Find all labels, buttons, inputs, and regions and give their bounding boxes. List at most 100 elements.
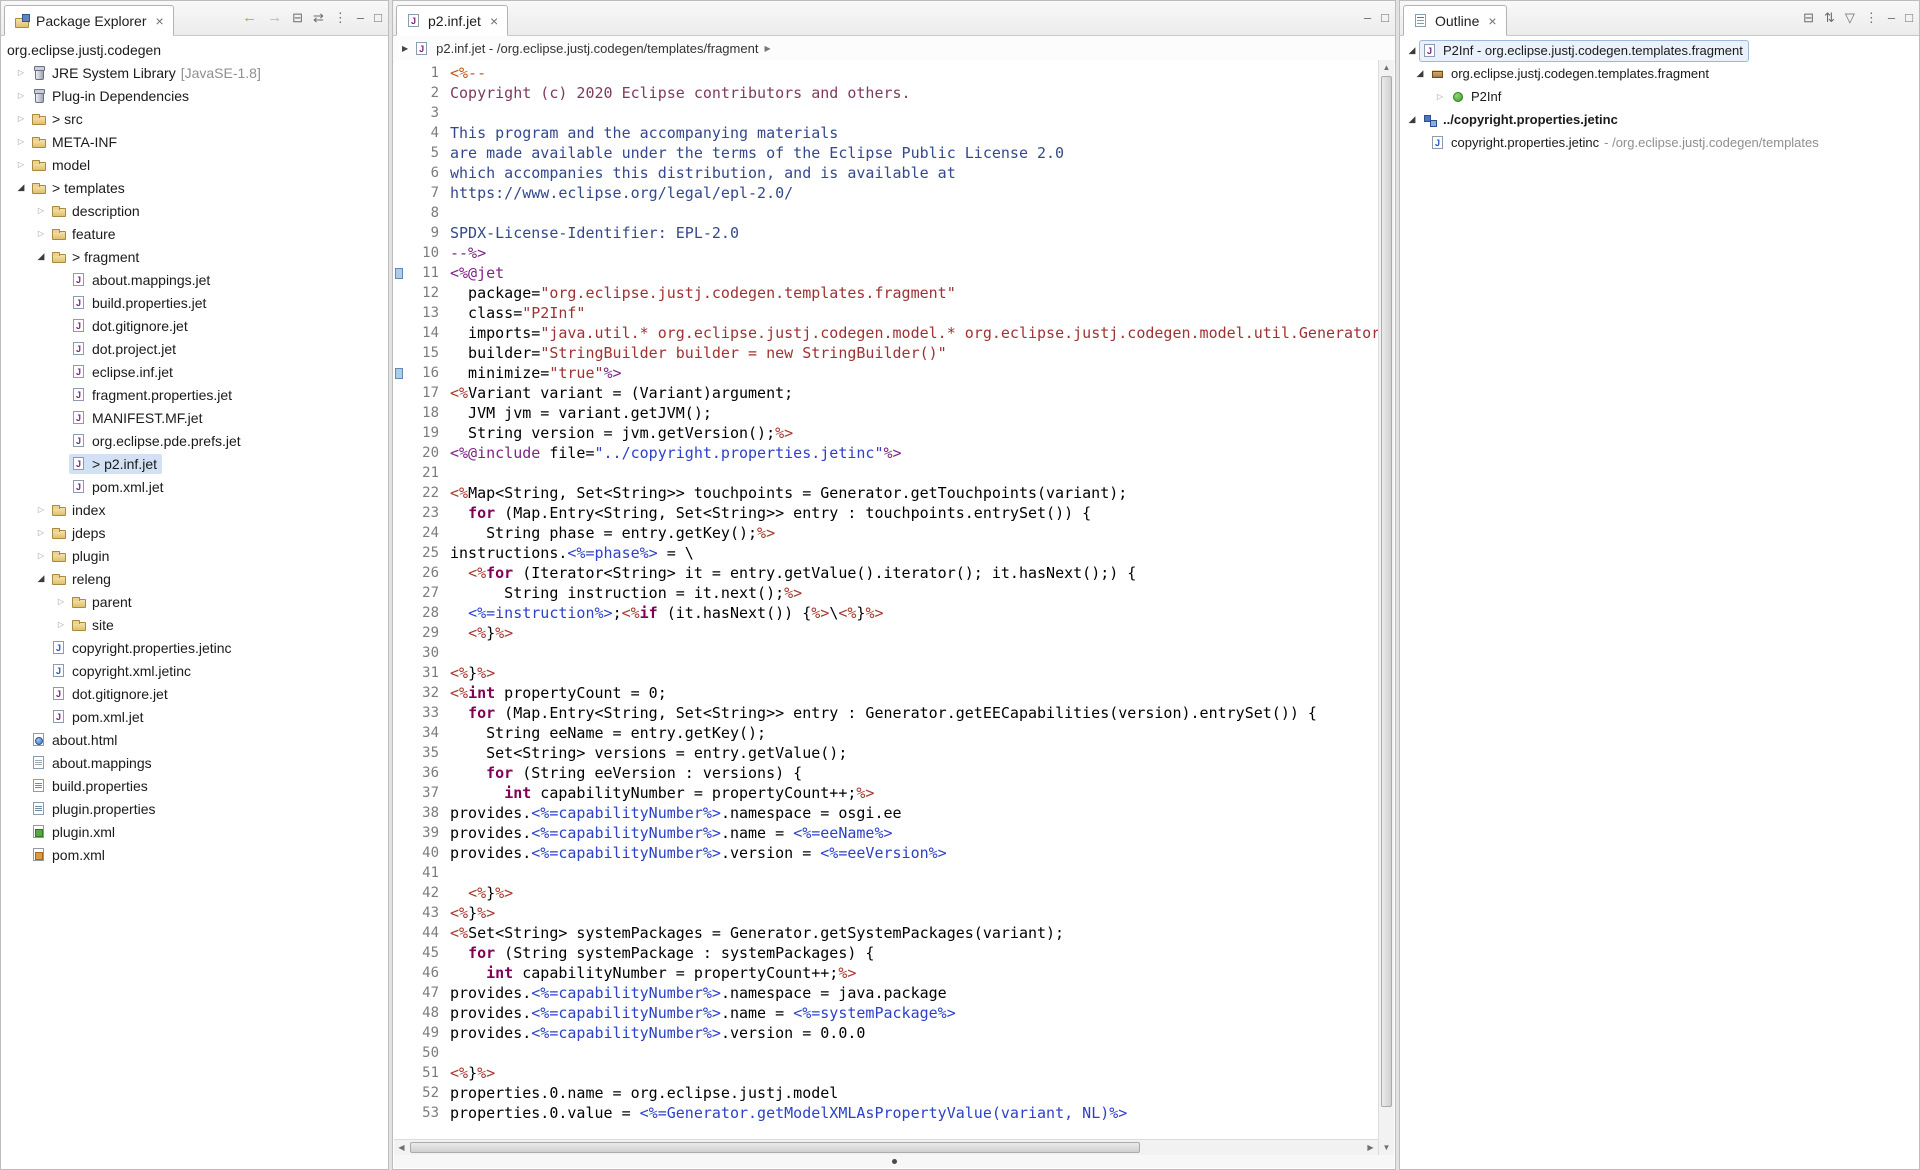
expand-arrow-icon[interactable]: ▷ bbox=[13, 137, 29, 146]
code-line[interactable]: 23 for (Map.Entry<String, Set<String>> e… bbox=[394, 503, 1378, 523]
forward-icon[interactable]: → bbox=[267, 10, 282, 25]
code-line[interactable]: 2Copyright (c) 2020 Eclipse contributors… bbox=[394, 83, 1378, 103]
tree-item-org-eclipse-pde-prefs-jet[interactable]: org.eclipse.pde.prefs.jet bbox=[1, 429, 388, 452]
line-number[interactable]: 21 bbox=[404, 463, 448, 483]
line-number[interactable]: 14 bbox=[404, 323, 448, 343]
line-number[interactable]: 34 bbox=[404, 723, 448, 743]
scroll-down-icon[interactable]: ▼ bbox=[1379, 1140, 1394, 1155]
line-number[interactable]: 11 bbox=[404, 263, 448, 283]
line-number[interactable]: 13 bbox=[404, 303, 448, 323]
maximize-icon[interactable]: □ bbox=[374, 11, 382, 24]
line-number[interactable]: 35 bbox=[404, 743, 448, 763]
line-number[interactable]: 20 bbox=[404, 443, 448, 463]
code-line[interactable]: 3 bbox=[394, 103, 1378, 123]
line-number[interactable]: 51 bbox=[404, 1063, 448, 1083]
chevron-right-icon[interactable]: ▶ bbox=[764, 44, 770, 53]
tree-item-p2-inf-jet[interactable]: > p2.inf.jet bbox=[1, 452, 388, 475]
outline-item-p2inf-org-eclipse-justj-codegen-templates-fragment[interactable]: ◢P2Inf - org.eclipse.justj.codegen.templ… bbox=[1400, 39, 1919, 62]
line-number[interactable]: 27 bbox=[404, 583, 448, 603]
maximize-icon[interactable]: □ bbox=[1905, 11, 1913, 24]
expand-arrow-icon[interactable]: ▷ bbox=[13, 91, 29, 100]
code-line[interactable]: 26 <%for (Iterator<String> it = entry.ge… bbox=[394, 563, 1378, 583]
code-line[interactable]: 22<%Map<String, Set<String>> touchpoints… bbox=[394, 483, 1378, 503]
close-icon[interactable]: × bbox=[1488, 14, 1496, 28]
sort-icon[interactable]: ⇅ bbox=[1824, 11, 1835, 24]
line-number[interactable]: 24 bbox=[404, 523, 448, 543]
line-number[interactable]: 46 bbox=[404, 963, 448, 983]
breadcrumb-text[interactable]: p2.inf.jet - /org.eclipse.justj.codegen/… bbox=[436, 41, 758, 56]
tree-item-site[interactable]: ▷site bbox=[1, 613, 388, 636]
minimize-icon[interactable]: – bbox=[357, 11, 364, 24]
line-number[interactable]: 23 bbox=[404, 503, 448, 523]
tree-item-plug-in-dependencies[interactable]: ▷Plug-in Dependencies bbox=[1, 84, 388, 107]
code-line[interactable]: 20<%@include file="../copyright.properti… bbox=[394, 443, 1378, 463]
expand-arrow-icon[interactable]: ▷ bbox=[33, 206, 49, 215]
code-line[interactable]: 13 class="P2Inf" bbox=[394, 303, 1378, 323]
tree-item-copyright-xml-jetinc[interactable]: copyright.xml.jetinc bbox=[1, 659, 388, 682]
code-line[interactable]: 49provides.<%=capabilityNumber%>.version… bbox=[394, 1023, 1378, 1043]
outline-item-copyright-properties-jetinc[interactable]: ◢../copyright.properties.jetinc bbox=[1400, 108, 1919, 131]
line-number[interactable]: 31 bbox=[404, 663, 448, 683]
tree-item-plugin-xml[interactable]: plugin.xml bbox=[1, 820, 388, 843]
vertical-scrollbar[interactable]: ▲ ▼ bbox=[1378, 60, 1394, 1155]
scroll-right-icon[interactable]: ▶ bbox=[1363, 1140, 1378, 1155]
line-number[interactable]: 17 bbox=[404, 383, 448, 403]
code-line[interactable]: 25instructions.<%=phase%> = \ bbox=[394, 543, 1378, 563]
code-line[interactable]: 53properties.0.value = <%=Generator.getM… bbox=[394, 1103, 1378, 1123]
code-line[interactable]: 16 minimize="true"%> bbox=[394, 363, 1378, 383]
line-number[interactable]: 26 bbox=[404, 563, 448, 583]
tree-item-about-mappings[interactable]: about.mappings bbox=[1, 751, 388, 774]
code-line[interactable]: 1<%-- bbox=[394, 63, 1378, 83]
tree-item-pom-xml-jet[interactable]: pom.xml.jet bbox=[1, 475, 388, 498]
code-line[interactable]: 27 String instruction = it.next();%> bbox=[394, 583, 1378, 603]
line-number[interactable]: 12 bbox=[404, 283, 448, 303]
tree-item-manifest-mf-jet[interactable]: MANIFEST.MF.jet bbox=[1, 406, 388, 429]
tree-item-org-eclipse-justj-codegen[interactable]: org.eclipse.justj.codegen bbox=[1, 38, 388, 61]
code-line[interactable]: 50 bbox=[394, 1043, 1378, 1063]
line-number[interactable]: 41 bbox=[404, 863, 448, 883]
code-line[interactable]: 28 <%=instruction%>;<%if (it.hasNext()) … bbox=[394, 603, 1378, 623]
maximize-icon[interactable]: □ bbox=[1381, 11, 1389, 24]
code-line[interactable]: 40provides.<%=capabilityNumber%>.version… bbox=[394, 843, 1378, 863]
tab-p2-inf-jet[interactable]: p2.inf.jet × bbox=[396, 5, 508, 36]
collapse-arrow-icon[interactable]: ◢ bbox=[13, 182, 29, 193]
code-line[interactable]: 19 String version = jvm.getVersion();%> bbox=[394, 423, 1378, 443]
line-number[interactable]: 49 bbox=[404, 1023, 448, 1043]
line-number[interactable]: 44 bbox=[404, 923, 448, 943]
tree-item-model[interactable]: ▷model bbox=[1, 153, 388, 176]
code-line[interactable]: 8 bbox=[394, 203, 1378, 223]
collapse-arrow-icon[interactable]: ◢ bbox=[1404, 45, 1420, 56]
tree-item-src[interactable]: ▷> src bbox=[1, 107, 388, 130]
vertical-scrollbar-thumb[interactable] bbox=[1381, 76, 1392, 1107]
minimize-icon[interactable]: – bbox=[1888, 11, 1895, 24]
line-number[interactable]: 28 bbox=[404, 603, 448, 623]
collapse-all-icon[interactable]: ⊟ bbox=[292, 11, 303, 24]
tree-item-jdeps[interactable]: ▷jdeps bbox=[1, 521, 388, 544]
filter-icon[interactable]: ▽ bbox=[1845, 11, 1855, 24]
code-line[interactable]: 21 bbox=[394, 463, 1378, 483]
code-line[interactable]: 45 for (String systemPackage : systemPac… bbox=[394, 943, 1378, 963]
close-icon[interactable]: × bbox=[490, 14, 498, 28]
line-number[interactable]: 2 bbox=[404, 83, 448, 103]
code-line[interactable]: 7https://www.eclipse.org/legal/epl-2.0/ bbox=[394, 183, 1378, 203]
code-line[interactable]: 15 builder="StringBuilder builder = new … bbox=[394, 343, 1378, 363]
tree-item-dot-gitignore-jet[interactable]: dot.gitignore.jet bbox=[1, 314, 388, 337]
collapse-arrow-icon[interactable]: ◢ bbox=[33, 251, 49, 262]
sash-handle[interactable] bbox=[892, 1159, 897, 1164]
scroll-left-icon[interactable]: ◀ bbox=[394, 1140, 409, 1155]
tree-item-copyright-properties-jetinc[interactable]: copyright.properties.jetinc bbox=[1, 636, 388, 659]
code-line[interactable]: 35 Set<String> versions = entry.getValue… bbox=[394, 743, 1378, 763]
tree-item-fragment-properties-jet[interactable]: fragment.properties.jet bbox=[1, 383, 388, 406]
code-line[interactable]: 14 imports="java.util.* org.eclipse.just… bbox=[394, 323, 1378, 343]
line-number[interactable]: 22 bbox=[404, 483, 448, 503]
line-number[interactable]: 53 bbox=[404, 1103, 448, 1123]
back-icon[interactable]: ← bbox=[242, 10, 257, 25]
code-line[interactable]: 30 bbox=[394, 643, 1378, 663]
tree-item-pom-xml[interactable]: pom.xml bbox=[1, 843, 388, 866]
scroll-up-icon[interactable]: ▲ bbox=[1379, 60, 1394, 75]
link-with-editor-icon[interactable]: ⇄ bbox=[313, 11, 324, 24]
code-line[interactable]: 48provides.<%=capabilityNumber%>.name = … bbox=[394, 1003, 1378, 1023]
tree-item-fragment[interactable]: ◢> fragment bbox=[1, 245, 388, 268]
line-number[interactable]: 42 bbox=[404, 883, 448, 903]
code-line[interactable]: 18 JVM jvm = variant.getJVM(); bbox=[394, 403, 1378, 423]
